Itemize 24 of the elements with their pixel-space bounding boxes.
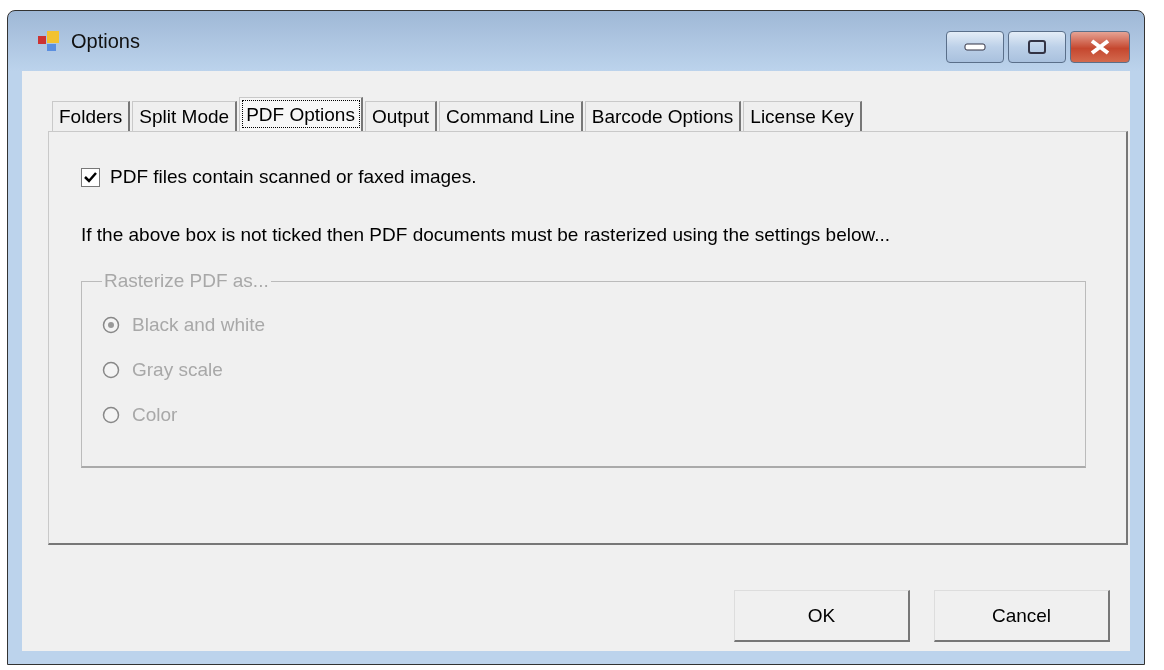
radio-label: Gray scale <box>132 358 223 381</box>
minimize-icon <box>964 43 986 51</box>
checkbox-label: PDF files contain scanned or faxed images. <box>110 166 477 188</box>
tab[interactable]: License Key <box>743 101 862 131</box>
maximize-button[interactable] <box>1008 31 1066 63</box>
tab[interactable]: Output <box>364 101 437 131</box>
window-title: Options <box>71 29 141 53</box>
app-icon <box>37 29 61 53</box>
radio-label: Color <box>132 403 178 426</box>
note-text: If the above box is not ticked then PDF documents must be rasterized using the settings below... <box>81 224 891 246</box>
close-icon <box>1089 39 1111 55</box>
tab[interactable]: Split Mode <box>132 101 238 131</box>
dialog-button[interactable]: Cancel <box>934 590 1110 642</box>
group-title: Rasterize PDF as... <box>103 270 270 292</box>
tab[interactable]: Barcode Options <box>584 101 742 131</box>
tab[interactable]: PDF Options <box>239 97 363 131</box>
checkbox[interactable] <box>81 167 100 187</box>
maximize-icon <box>1028 40 1046 54</box>
close-button[interactable] <box>1070 31 1130 63</box>
tab[interactable]: Command Line <box>438 101 583 131</box>
tab[interactable]: Folders <box>52 101 131 131</box>
minimize-button[interactable] <box>946 31 1004 63</box>
radio-label: Black and white <box>132 313 266 336</box>
dialog-button[interactable]: OK <box>734 590 910 642</box>
